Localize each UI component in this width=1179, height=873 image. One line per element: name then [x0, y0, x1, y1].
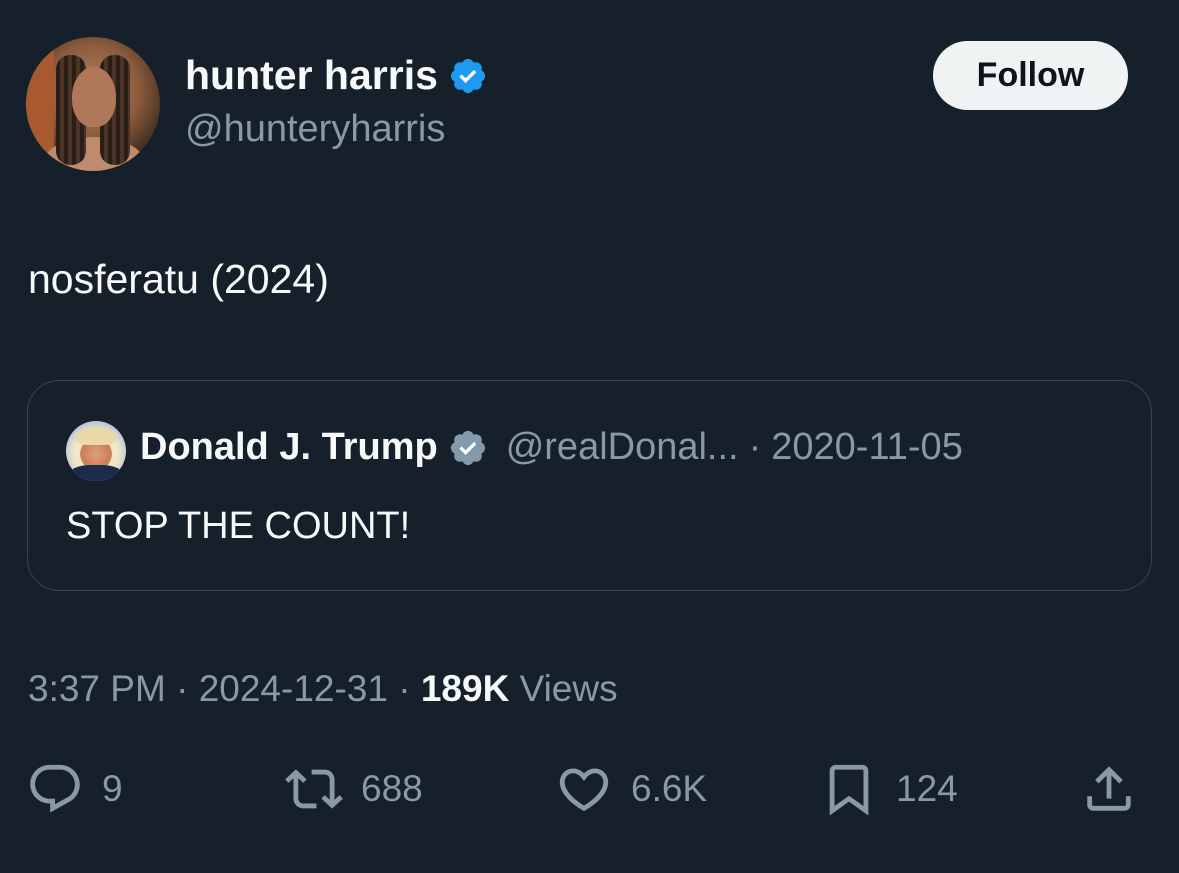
- verified-badge-icon: [450, 430, 485, 465]
- tweet-date[interactable]: 2024-12-31: [199, 668, 388, 709]
- quoted-handle: @realDonal...: [505, 426, 739, 468]
- views-label: Views: [519, 668, 618, 709]
- repost-count: 688: [361, 768, 423, 809]
- author-avatar[interactable]: [26, 37, 160, 171]
- quoted-text: STOP THE COUNT!: [66, 505, 411, 547]
- follow-button[interactable]: Follow: [933, 41, 1128, 110]
- reply-count: 9: [102, 768, 123, 809]
- bookmark-icon: [829, 764, 869, 816]
- tweet-meta: 3:37 PM · 2024-12-31 · 189K Views: [28, 668, 618, 710]
- quoted-separator: ·: [748, 426, 762, 468]
- repost-icon: [285, 769, 343, 809]
- like-button[interactable]: 6.6K: [555, 760, 707, 818]
- views-count: 189K: [420, 668, 510, 709]
- author-display-name[interactable]: hunter harris: [185, 52, 438, 99]
- like-icon: [559, 768, 609, 812]
- repost-button[interactable]: 688: [285, 760, 423, 818]
- share-button[interactable]: [1080, 760, 1138, 818]
- reply-icon: [30, 764, 80, 813]
- meta-separator: ·: [176, 668, 189, 709]
- meta-separator: ·: [398, 668, 411, 709]
- tweet: hunter harris @hunteryharris Follow nosf…: [0, 0, 1179, 873]
- verified-badge-icon[interactable]: [448, 56, 488, 96]
- author-name-row: hunter harris: [185, 52, 488, 99]
- quoted-header: Donald J. Trump @realDonal... · 2020-11-…: [140, 426, 963, 469]
- reply-button[interactable]: 9: [26, 760, 123, 818]
- tweet-time[interactable]: 3:37 PM: [28, 668, 166, 709]
- share-icon: [1087, 766, 1131, 811]
- bookmark-button[interactable]: 124: [820, 760, 958, 818]
- action-bar: 9 688 6.6K 124: [0, 760, 1179, 820]
- author-handle[interactable]: @hunteryharris: [185, 108, 445, 151]
- bookmark-count: 124: [896, 768, 958, 809]
- like-count: 6.6K: [631, 768, 708, 809]
- quoted-display-name: Donald J. Trump: [140, 426, 438, 468]
- quoted-date: 2020-11-05: [771, 426, 963, 468]
- tweet-text: nosferatu (2024): [28, 256, 329, 302]
- quoted-author-avatar: [66, 421, 126, 481]
- quoted-tweet[interactable]: Donald J. Trump @realDonal... · 2020-11-…: [27, 380, 1152, 591]
